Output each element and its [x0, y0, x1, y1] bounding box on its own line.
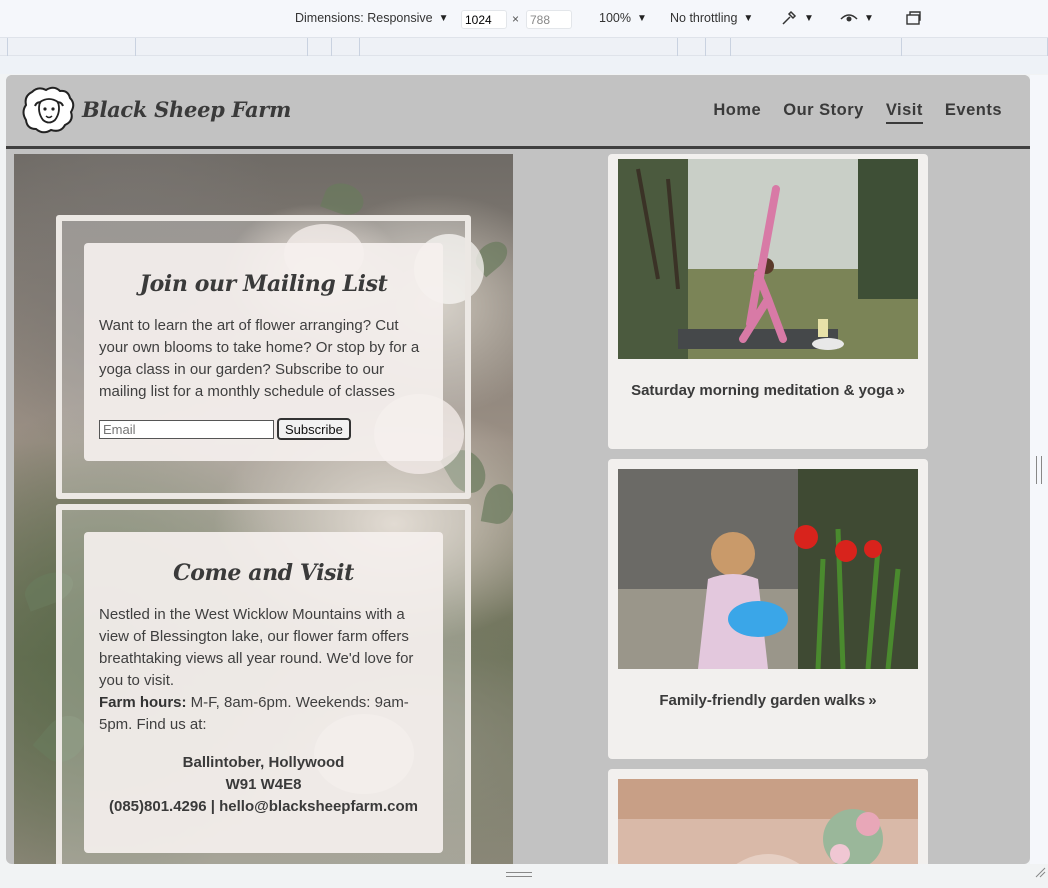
subscribe-button[interactable]: Subscribe	[278, 419, 350, 439]
visit-title: Come and Visit	[173, 560, 354, 586]
double-chevron-right-icon: »	[868, 692, 877, 709]
event-title-yoga: Saturday morning meditation & yoga	[631, 382, 894, 399]
rotate-device-icon	[906, 11, 921, 25]
event-card-yoga[interactable]: Saturday morning meditation & yoga»	[608, 154, 928, 449]
site-header: Black Sheep Farm Home Our Story Visit Ev…	[6, 75, 1030, 149]
garden-walk-photo	[618, 469, 918, 669]
double-chevron-right-icon: »	[896, 382, 905, 399]
dimensions-dropdown[interactable]: Dimensions: Responsive ▼	[295, 11, 448, 25]
height-input[interactable]	[526, 10, 572, 29]
event-title-garden-walks: Family-friendly garden walks	[659, 692, 866, 709]
nav-visit[interactable]: Visit	[885, 101, 923, 124]
sheep-logo-icon[interactable]	[20, 84, 78, 136]
site-logo-text[interactable]: Black Sheep Farm	[82, 97, 291, 122]
nav-events[interactable]: Events	[945, 101, 1002, 124]
mailing-list-text: Want to learn the art of flower arrangin…	[99, 317, 420, 400]
address-line-1: Ballintober, Hollywood	[182, 754, 345, 771]
dimensions-label: Dimensions: Responsive	[295, 11, 433, 25]
mailing-list-title: Join our Mailing List	[139, 271, 388, 297]
zoom-dropdown[interactable]: 100% ▼	[599, 11, 647, 25]
visit-text: Nestled in the West Wicklow Mountains wi…	[99, 604, 428, 736]
event-label-garden-walks: Family-friendly garden walks»	[608, 692, 928, 709]
flower-arranging-photo	[618, 779, 918, 864]
ruler-gap	[0, 56, 1048, 74]
eyedropper-icon	[782, 10, 797, 25]
devtools-device-toolbar: Dimensions: Responsive ▼ × 100% ▼ No thr…	[0, 0, 1048, 38]
address-line-2: W91 W4E8	[225, 776, 302, 793]
caret-down-icon: ▼	[636, 12, 647, 24]
caret-down-icon: ▼	[804, 12, 814, 24]
vision-deficiency-button[interactable]: ▼	[840, 9, 874, 27]
zoom-label: 100%	[599, 11, 631, 25]
throttling-dropdown[interactable]: No throttling ▼	[670, 11, 753, 25]
right-resize-handle[interactable]	[1036, 456, 1042, 484]
address-block: Ballintober, Hollywood W91 W4E8 (085)801…	[99, 752, 428, 818]
email-input[interactable]	[99, 419, 274, 439]
throttling-label: No throttling	[670, 11, 738, 25]
nav-home[interactable]: Home	[713, 101, 761, 124]
contact-line[interactable]: (085)801.4296 | hello@blacksheepfarm.com	[99, 796, 428, 818]
media-query-ruler	[0, 38, 1048, 56]
subscribe-form: Subscribe	[99, 419, 428, 439]
event-label-yoga: Saturday morning meditation & yoga»	[608, 382, 928, 399]
mailing-list-card: Join our Mailing List Want to learn the …	[84, 243, 443, 461]
eyedropper-button[interactable]: ▼	[780, 9, 814, 27]
eye-icon	[840, 14, 858, 22]
caret-down-icon: ▼	[864, 12, 874, 24]
yoga-photo	[618, 159, 918, 359]
caret-down-icon: ▼	[438, 12, 449, 24]
rotate-button[interactable]	[905, 9, 925, 27]
farm-hours-label: Farm hours:	[99, 694, 187, 711]
visit-description: Nestled in the West Wicklow Mountains wi…	[99, 606, 414, 689]
main-nav: Home Our Story Visit Events	[713, 101, 1002, 124]
caret-down-icon: ▼	[743, 12, 754, 24]
event-card-flower-arranging[interactable]	[608, 769, 928, 864]
nav-our-story[interactable]: Our Story	[783, 101, 864, 124]
corner-resize-grip-icon[interactable]	[1034, 866, 1046, 878]
width-input[interactable]	[461, 10, 507, 29]
visit-card: Come and Visit Nestled in the West Wickl…	[84, 532, 443, 853]
bottom-resize-handle[interactable]	[506, 872, 532, 877]
event-card-garden-walks[interactable]: Family-friendly garden walks»	[608, 459, 928, 759]
times-sign: ×	[512, 12, 520, 26]
emulated-viewport: Black Sheep Farm Home Our Story Visit Ev…	[6, 75, 1030, 864]
